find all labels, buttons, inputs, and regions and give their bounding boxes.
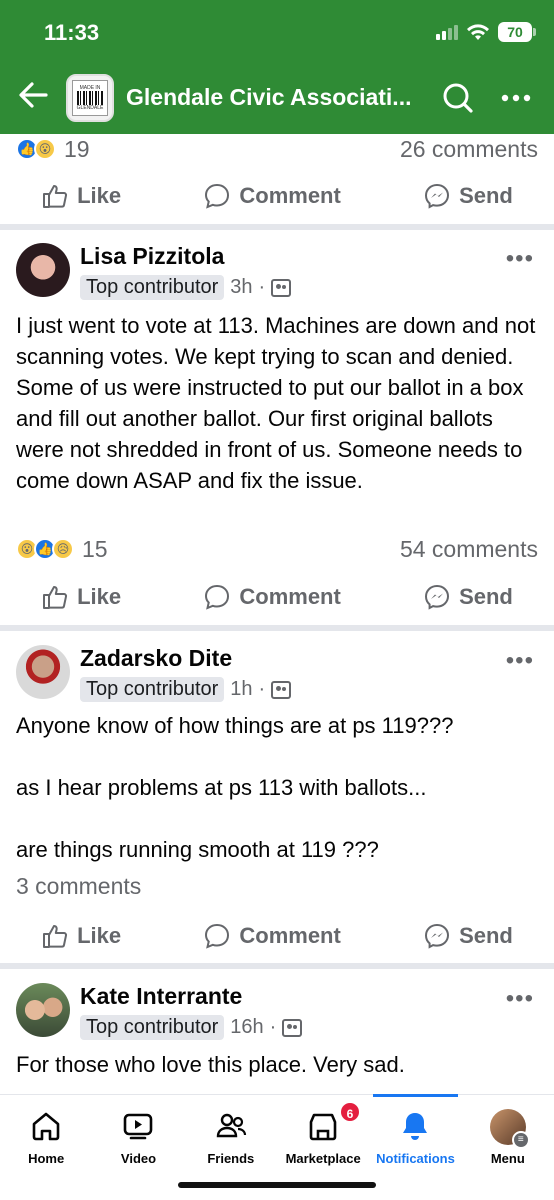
send-button[interactable]: Send xyxy=(423,922,513,950)
comment-button[interactable]: Comment xyxy=(203,182,341,210)
comment-button[interactable]: Comment xyxy=(203,583,341,611)
author-name[interactable]: Zadarsko Dite xyxy=(80,645,232,672)
comment-bubble-icon xyxy=(205,584,230,610)
post-divider xyxy=(0,963,554,969)
bell-icon xyxy=(403,1113,428,1140)
post-more-icon[interactable]: ••• xyxy=(506,245,534,273)
post-time[interactable]: 16h xyxy=(230,1016,263,1039)
post-header: Kate Interrante Top contributor 16h · ••… xyxy=(16,983,538,1043)
home-icon xyxy=(32,1112,60,1141)
nav-home[interactable]: Home xyxy=(0,1095,92,1200)
friends-icon xyxy=(216,1113,246,1138)
action-bar: Like Comment Send xyxy=(0,908,554,964)
avatar[interactable] xyxy=(16,983,70,1037)
post-meta: Top contributor 16h · xyxy=(80,1015,303,1040)
post-header: Zadarsko Dite Top contributor 1h · ••• xyxy=(16,645,538,705)
author-name[interactable]: Lisa Pizzitola xyxy=(80,243,224,270)
nav-notifications[interactable]: Notifications xyxy=(369,1094,461,1200)
wow-reaction-icon: 😮 xyxy=(34,138,56,160)
reactions-summary: 👍 😮 19 26 comments xyxy=(16,134,538,164)
comment-bubble-icon xyxy=(205,183,230,209)
post-header: Lisa Pizzitola Top contributor 3h · ••• xyxy=(16,243,538,303)
notification-badge: 6 xyxy=(338,1101,361,1123)
group-audience-icon xyxy=(271,680,292,699)
more-options-icon[interactable] xyxy=(500,86,532,110)
post-more-icon[interactable]: ••• xyxy=(506,985,534,1013)
avatar[interactable] xyxy=(16,243,70,297)
comment-bubble-icon xyxy=(205,923,230,949)
avatar[interactable] xyxy=(16,645,70,699)
post-text-line: as I hear problems at ps 113 with ballot… xyxy=(16,775,427,800)
post-text: For those who love this place. Very sad. xyxy=(16,1052,405,1077)
app-header: 11:33 70 MADE IN GLENDALE Glendale Civic… xyxy=(0,0,554,134)
thumbs-up-icon xyxy=(43,925,68,948)
post-time[interactable]: 3h xyxy=(230,276,252,299)
top-contributor-badge: Top contributor xyxy=(80,275,225,300)
marketplace-icon xyxy=(309,1113,337,1141)
status-icons: 70 xyxy=(436,22,536,42)
post-divider xyxy=(0,625,554,631)
profile-avatar xyxy=(489,1109,530,1149)
status-time: 11:33 xyxy=(44,20,100,45)
comment-count[interactable]: 54 comments xyxy=(400,536,538,563)
reactions-summary: 😮 👍 😥 15 54 comments xyxy=(16,534,538,564)
thumbs-up-icon xyxy=(43,185,68,208)
sad-reaction-icon: 😥 xyxy=(52,538,74,560)
group-title[interactable]: Glendale Civic Associati... xyxy=(126,84,411,111)
post-divider xyxy=(0,224,554,230)
reaction-count[interactable]: 15 xyxy=(82,536,108,563)
comment-count[interactable]: 3 comments xyxy=(16,873,141,900)
comment-button[interactable]: Comment xyxy=(203,922,341,950)
group-audience-icon xyxy=(271,278,292,297)
post-time[interactable]: 1h xyxy=(230,678,252,701)
like-button[interactable]: Like xyxy=(41,583,121,611)
group-logo[interactable]: MADE IN GLENDALE xyxy=(66,74,114,122)
post-meta: Top contributor 3h · xyxy=(80,275,292,300)
group-audience-icon xyxy=(282,1018,303,1037)
video-icon xyxy=(124,1113,153,1140)
back-arrow-icon[interactable] xyxy=(16,78,50,112)
wifi-icon xyxy=(467,24,489,40)
thumbs-up-icon xyxy=(43,586,68,609)
action-bar: Like Comment Send xyxy=(0,168,554,224)
post-text: I just went to vote at 113. Machines are… xyxy=(16,313,536,493)
messenger-icon xyxy=(425,183,450,209)
author-name[interactable]: Kate Interrante xyxy=(80,983,242,1010)
post-text-line: Anyone know of how things are at ps 119?… xyxy=(16,713,454,738)
messenger-icon xyxy=(425,923,450,949)
signal-icon xyxy=(436,24,458,40)
post-text-line: are things running smooth at 119 ??? xyxy=(16,837,379,862)
send-button[interactable]: Send xyxy=(423,182,513,210)
action-bar: Like Comment Send xyxy=(0,569,554,625)
post-meta: Top contributor 1h · xyxy=(80,677,292,702)
nav-menu[interactable]: Menu xyxy=(462,1095,554,1200)
battery-icon: 70 xyxy=(498,22,536,42)
comment-count[interactable]: 26 comments xyxy=(400,136,538,163)
nav-video[interactable]: Video xyxy=(92,1095,184,1200)
reaction-count[interactable]: 19 xyxy=(64,136,90,163)
top-contributor-badge: Top contributor xyxy=(80,1015,225,1040)
like-button[interactable]: Like xyxy=(41,182,121,210)
search-icon[interactable] xyxy=(442,82,474,114)
post-more-icon[interactable]: ••• xyxy=(506,647,534,675)
top-contributor-badge: Top contributor xyxy=(80,677,225,702)
like-button[interactable]: Like xyxy=(41,922,121,950)
home-indicator xyxy=(178,1182,376,1188)
messenger-icon xyxy=(425,584,450,610)
send-button[interactable]: Send xyxy=(423,583,513,611)
